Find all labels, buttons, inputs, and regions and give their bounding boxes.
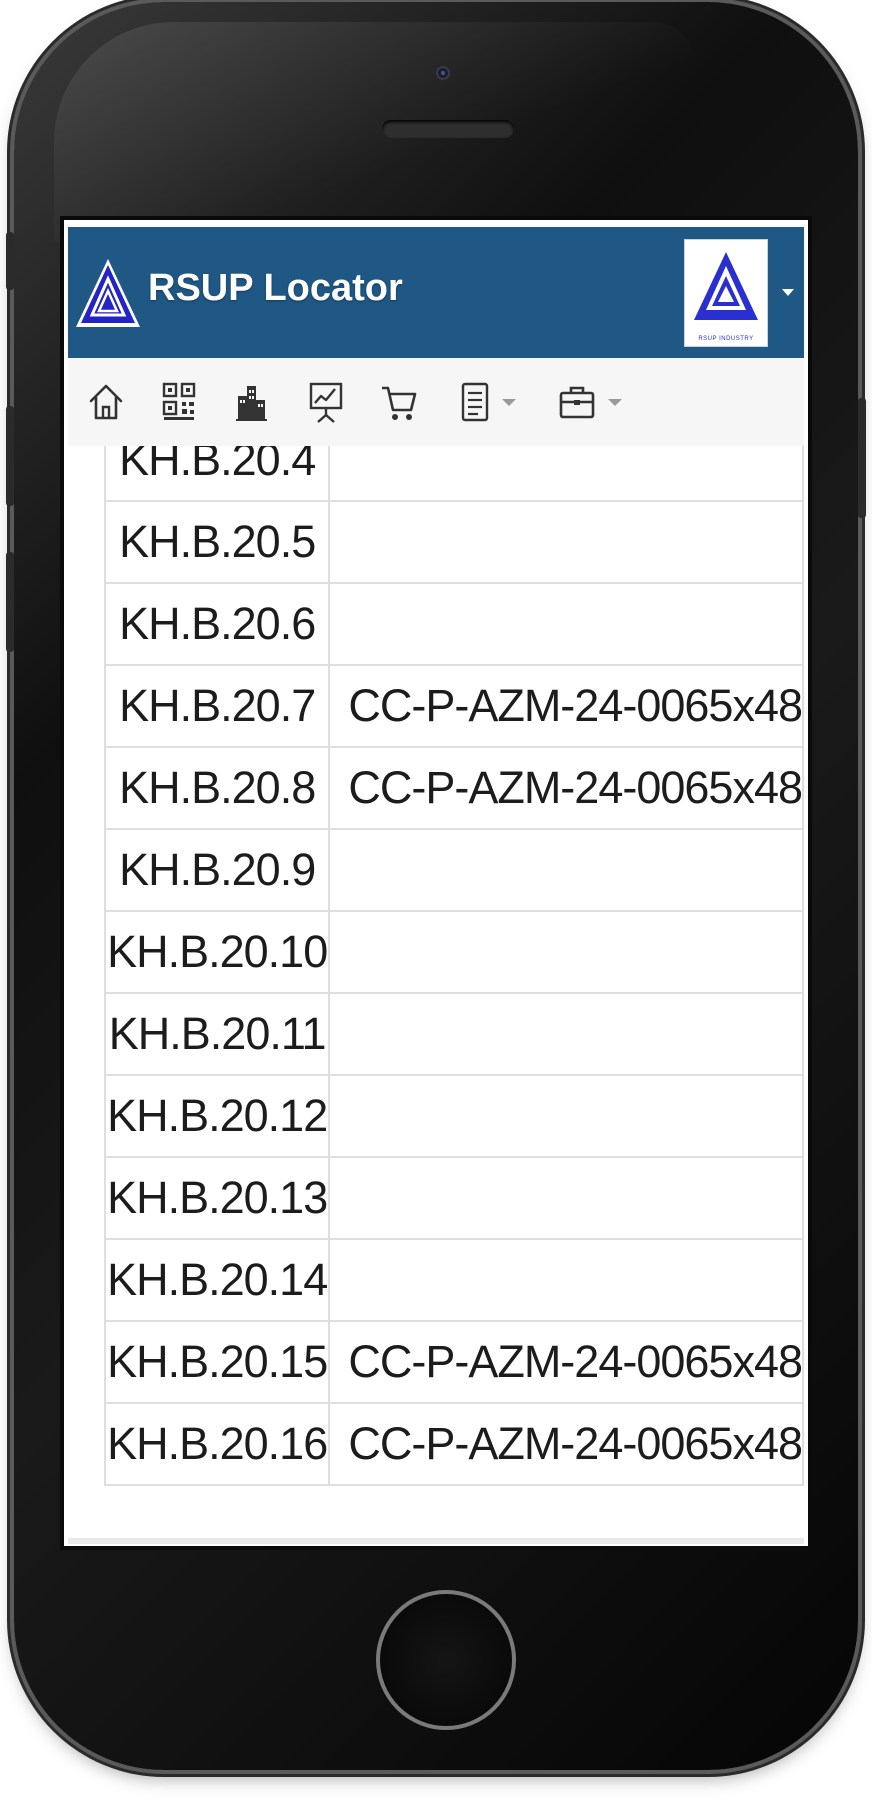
tools-menu[interactable] bbox=[558, 378, 622, 426]
part-number-cell: CC-P-AZM-24-0065x48 bbox=[328, 664, 804, 748]
locations-table: KH.B.20.4 KH.B.20.5 KH.B.20.6 KH.B.20.7 CC-P… bbox=[103, 446, 804, 1486]
location-cell: KH.B.20.12 bbox=[103, 1074, 331, 1158]
power-button[interactable] bbox=[858, 398, 866, 518]
home-icon bbox=[89, 384, 123, 420]
qr-code-icon bbox=[162, 382, 196, 420]
table-row[interactable]: KH.B.20.9 bbox=[103, 828, 804, 912]
location-cell: KH.B.20.13 bbox=[103, 1156, 331, 1240]
toolbar bbox=[68, 358, 804, 447]
building-icon bbox=[236, 386, 267, 421]
location-cell: KH.B.20.11 bbox=[103, 992, 331, 1076]
chevron-down-icon bbox=[502, 398, 516, 406]
documents-menu[interactable] bbox=[460, 378, 516, 426]
company-logo-icon bbox=[694, 252, 758, 320]
location-cell: KH.B.20.16 bbox=[103, 1402, 331, 1486]
app-navbar: RSUP Locator RSUP INDUSTRY bbox=[68, 227, 804, 358]
table-row[interactable]: KH.B.20.6 bbox=[103, 582, 804, 666]
document-icon bbox=[461, 382, 489, 422]
chevron-down-icon bbox=[608, 398, 622, 406]
table-row[interactable]: KH.B.20.8 CC-P-AZM-24-0065x48 bbox=[103, 746, 804, 830]
table-row[interactable]: KH.B.20.15 CC-P-AZM-24-0065x48 bbox=[103, 1320, 804, 1404]
part-number-cell bbox=[328, 910, 804, 994]
location-cell: KH.B.20.6 bbox=[103, 582, 331, 666]
part-number-cell bbox=[328, 1238, 804, 1322]
briefcase-icon bbox=[559, 386, 595, 419]
content-bottom-border bbox=[68, 1538, 804, 1544]
part-number-cell bbox=[328, 582, 804, 666]
app-title[interactable]: RSUP Locator bbox=[148, 267, 403, 310]
phone-screen: RSUP Locator RSUP INDUSTRY KH.B.20.4 KH.… bbox=[60, 216, 812, 1550]
account-dropdown-caret-icon[interactable] bbox=[782, 289, 794, 296]
report-tool[interactable] bbox=[308, 378, 344, 426]
volume-down-button[interactable] bbox=[6, 552, 14, 652]
table-row[interactable]: KH.B.20.5 bbox=[103, 500, 804, 584]
front-camera bbox=[436, 66, 450, 80]
warehouse-tool[interactable] bbox=[234, 378, 268, 426]
company-logo: RSUP INDUSTRY bbox=[684, 239, 768, 347]
cart-tool[interactable] bbox=[380, 378, 418, 426]
rsup-logo-icon[interactable] bbox=[74, 255, 142, 331]
table-row[interactable]: KH.B.20.10 bbox=[103, 910, 804, 994]
part-number-cell: CC-P-AZM-24-0065x48 bbox=[328, 1402, 804, 1486]
table-row[interactable]: KH.B.20.13 bbox=[103, 1156, 804, 1240]
cart-icon bbox=[382, 386, 417, 420]
volume-up-button[interactable] bbox=[6, 406, 14, 506]
table-row[interactable]: KH.B.20.7 CC-P-AZM-24-0065x48 bbox=[103, 664, 804, 748]
part-number-cell bbox=[328, 828, 804, 912]
part-number-cell: CC-P-AZM-24-0065x48 bbox=[328, 1320, 804, 1404]
main-content: KH.B.20.4 KH.B.20.5 KH.B.20.6 KH.B.20.7 CC-P… bbox=[68, 446, 804, 1546]
location-cell: KH.B.20.7 bbox=[103, 664, 331, 748]
location-cell: KH.B.20.4 bbox=[103, 446, 331, 502]
table-row[interactable]: KH.B.20.11 bbox=[103, 992, 804, 1076]
table-row[interactable]: KH.B.20.14 bbox=[103, 1238, 804, 1322]
home-button[interactable] bbox=[376, 1590, 516, 1730]
table-row[interactable]: KH.B.20.12 bbox=[103, 1074, 804, 1158]
logo-caption: RSUP INDUSTRY bbox=[698, 336, 754, 342]
qr-scan-tool[interactable] bbox=[162, 378, 196, 426]
table-row[interactable]: KH.B.20.16 CC-P-AZM-24-0065x48 bbox=[103, 1402, 804, 1486]
location-cell: KH.B.20.10 bbox=[103, 910, 331, 994]
part-number-cell: CC-P-AZM-24-0065x48 bbox=[328, 746, 804, 830]
table-row[interactable]: KH.B.20.4 bbox=[103, 446, 804, 502]
part-number-cell bbox=[328, 500, 804, 584]
location-cell: KH.B.20.5 bbox=[103, 500, 331, 584]
home-tool[interactable] bbox=[88, 378, 124, 426]
earpiece-speaker bbox=[382, 120, 514, 138]
part-number-cell bbox=[328, 992, 804, 1076]
part-number-cell bbox=[328, 1074, 804, 1158]
presentation-chart-icon bbox=[309, 382, 343, 423]
mute-switch[interactable] bbox=[6, 232, 14, 290]
proximity-sensor bbox=[336, 128, 344, 136]
location-cell: KH.B.20.8 bbox=[103, 746, 331, 830]
location-cell: KH.B.20.15 bbox=[103, 1320, 331, 1404]
screen-glare bbox=[54, 22, 694, 242]
part-number-cell bbox=[328, 446, 804, 502]
part-number-cell bbox=[328, 1156, 804, 1240]
location-cell: KH.B.20.9 bbox=[103, 828, 331, 912]
location-cell: KH.B.20.14 bbox=[103, 1238, 331, 1322]
